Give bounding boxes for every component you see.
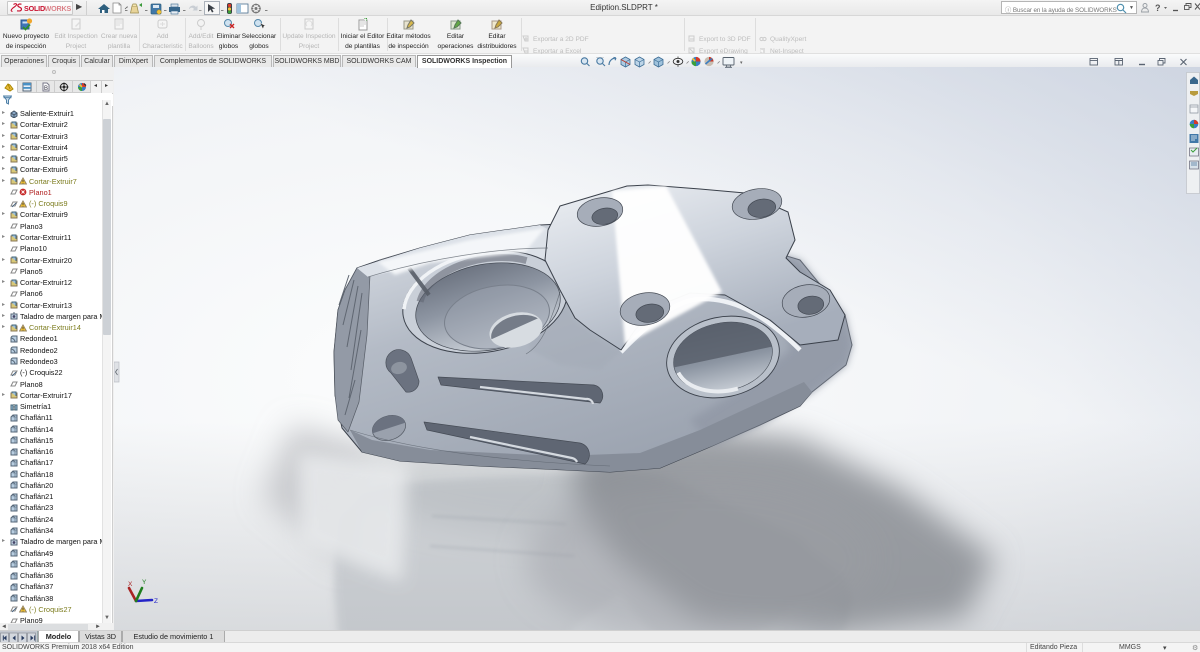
- svg-text:Y: Y: [142, 579, 147, 586]
- svg-text:B: B: [44, 86, 48, 92]
- svg-text:X: X: [128, 581, 133, 588]
- svg-text:Z: Z: [154, 598, 158, 605]
- svg-text:?: ?: [1155, 3, 1161, 13]
